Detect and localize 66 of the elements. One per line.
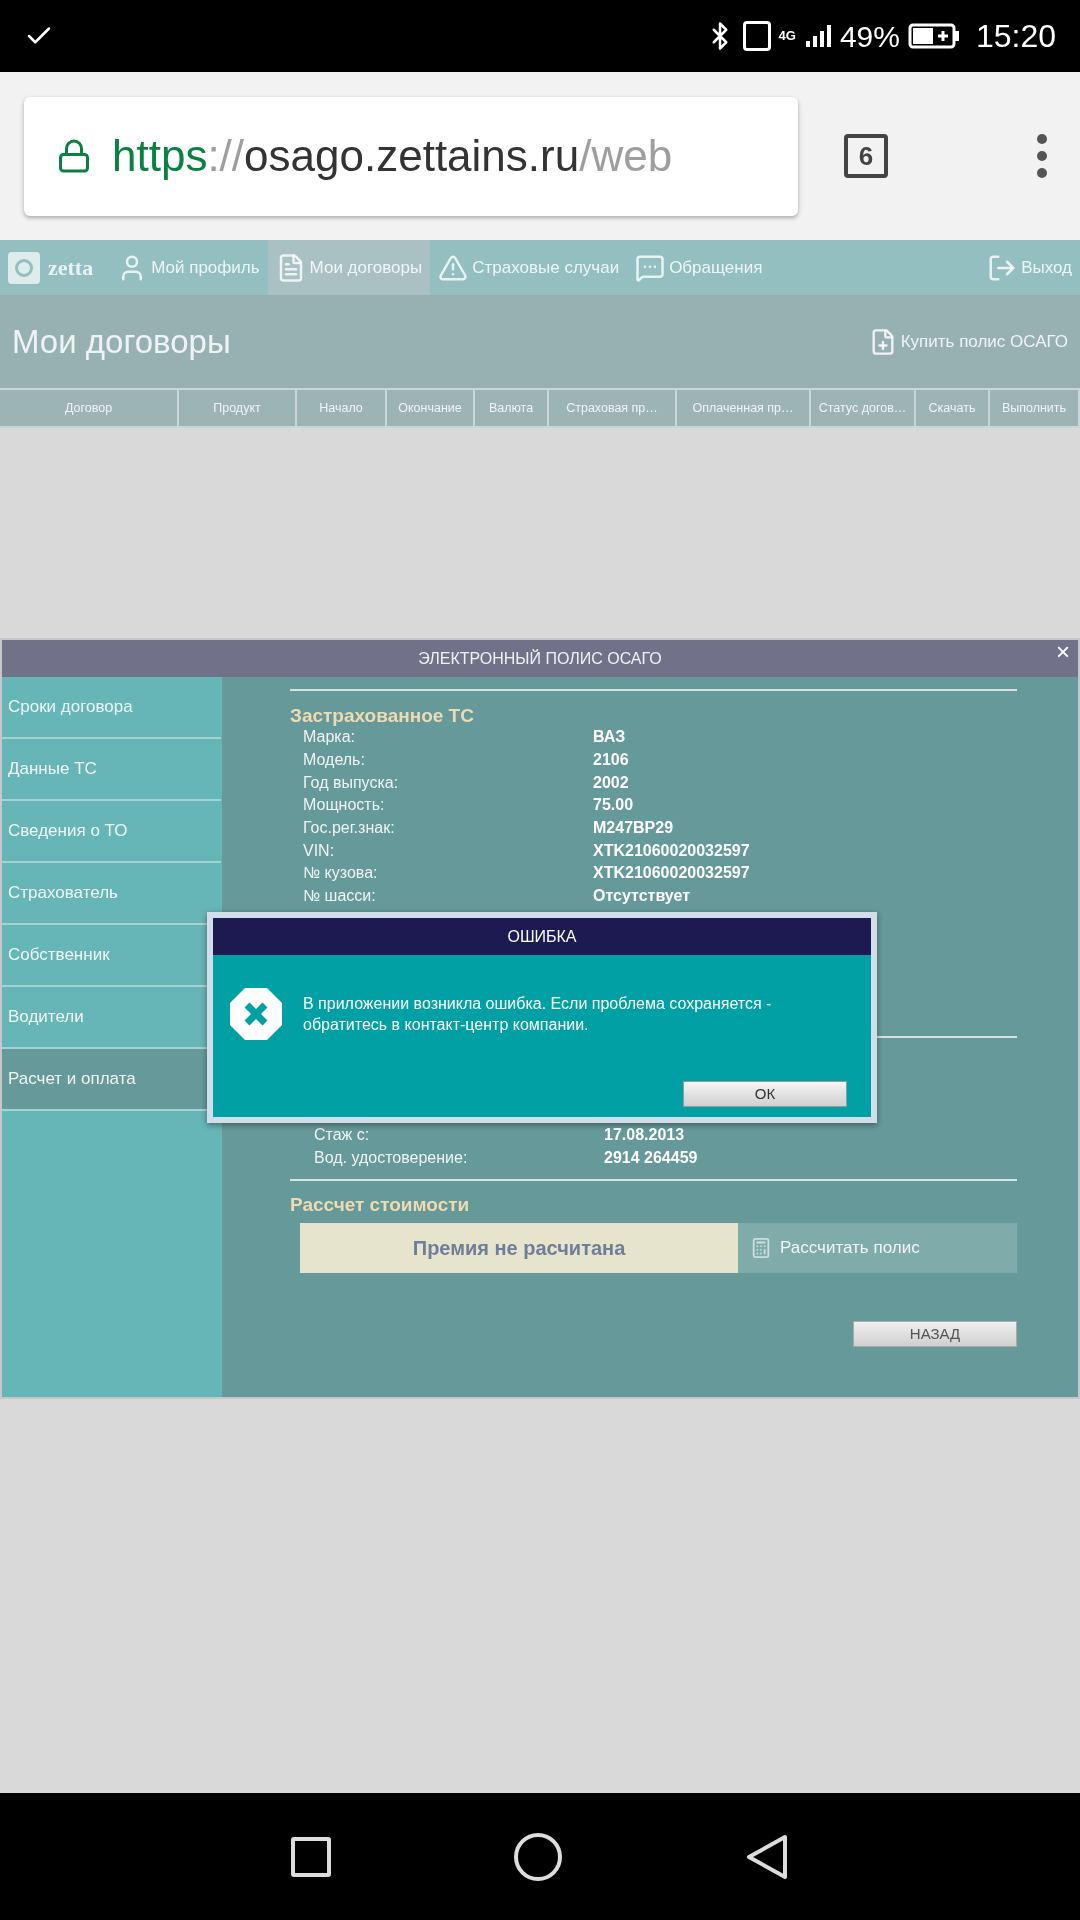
field-label: Стаж с: xyxy=(314,1124,371,1145)
field-value: ВАЗ xyxy=(593,727,626,748)
column-header[interactable]: Страховая пр… xyxy=(549,390,677,426)
field-value: 2106 xyxy=(593,750,629,771)
network-label: 4G xyxy=(778,27,796,46)
tab-count-button[interactable]: 6 xyxy=(844,134,888,178)
logo-text: zetta xyxy=(48,254,94,282)
premium-status: Премия не расчитана xyxy=(300,1222,738,1273)
field-value: М247ВР29 xyxy=(593,818,674,839)
column-header[interactable]: Начало xyxy=(297,390,387,426)
field-value: 75.00 xyxy=(593,795,634,816)
section-heading: Рассчет стоимости xyxy=(290,1192,471,1215)
field-label: Модель: xyxy=(303,750,366,771)
error-icon xyxy=(229,987,283,1041)
recent-apps-icon[interactable] xyxy=(291,1836,332,1877)
field-label: Марка: xyxy=(303,727,356,748)
column-header[interactable]: Продукт xyxy=(179,390,297,426)
field-label: Мощность: xyxy=(303,795,386,816)
field-label: Гос.рег.знак: xyxy=(303,818,396,839)
menu-icon[interactable] xyxy=(1036,133,1048,179)
field-value: 17.08.2013 xyxy=(604,1124,685,1145)
sidebar-item[interactable]: Данные ТС xyxy=(2,739,221,801)
field-value: XTK21060020032597 xyxy=(593,863,750,884)
close-button[interactable]: × xyxy=(1056,640,1070,664)
field-value: 2914 264459 xyxy=(604,1147,698,1168)
back-button[interactable]: НАЗАД xyxy=(853,1320,1017,1347)
back-icon[interactable] xyxy=(744,1832,789,1881)
lock-icon xyxy=(56,138,92,174)
page-title: Мои договоры xyxy=(12,321,231,362)
url-text: https://osago.zettains.ru/web xyxy=(112,130,673,182)
dialog-title: ОШИБКА xyxy=(507,926,577,947)
field-label: № шасси: xyxy=(303,886,377,907)
column-header[interactable]: Выполнить xyxy=(990,390,1080,426)
field-label: VIN: xyxy=(303,840,336,861)
section-heading: Застрахованное ТС xyxy=(290,704,475,726)
calculate-button[interactable]: Рассчитать полис xyxy=(738,1222,1017,1273)
sidebar-item[interactable]: Сведения о ТО xyxy=(2,801,221,863)
nav-tab[interactable]: Мои договоры xyxy=(267,240,431,295)
buy-policy-link[interactable]: Купить полис ОСАГО xyxy=(868,327,1068,356)
signal-icon xyxy=(803,23,832,49)
address-bar[interactable]: https://osago.zettains.ru/web xyxy=(24,96,798,216)
field-value: XTK21060020032597 xyxy=(593,840,750,861)
column-header[interactable]: Статус догов… xyxy=(811,390,916,426)
battery-percent: 49% xyxy=(839,18,900,55)
modal-title: ЭЛЕКТРОННЫЙ ПОЛИС ОСАГО xyxy=(418,648,662,669)
home-icon[interactable] xyxy=(514,1832,562,1881)
battery-icon xyxy=(907,23,960,49)
logo-icon xyxy=(8,251,40,284)
field-label: Вод. удостоверение: xyxy=(314,1147,469,1168)
column-header[interactable]: Скачать xyxy=(916,390,990,426)
column-header[interactable]: Окончание xyxy=(387,390,475,426)
nav-tab[interactable]: Мой профиль xyxy=(109,240,268,295)
column-header[interactable]: Договор xyxy=(0,390,179,426)
sidebar-item[interactable]: Сроки договора xyxy=(2,677,221,739)
column-header[interactable]: Валюта xyxy=(475,390,549,426)
nav-tab[interactable]: Выход xyxy=(979,240,1080,295)
field-value: Отсутствует xyxy=(593,886,691,907)
clock: 15:20 xyxy=(975,17,1056,56)
field-label: № кузова: xyxy=(303,863,379,884)
error-message: В приложении возникла ошибка. Если проблема сохраняется - обратитесь в контакт-центр компании. xyxy=(303,994,773,1035)
ok-button[interactable]: ОК xyxy=(683,1081,847,1107)
column-header[interactable]: Оплаченная пр… xyxy=(677,390,811,426)
field-label: Год выпуска: xyxy=(303,772,400,793)
field-value: 2002 xyxy=(593,772,629,793)
nav-tab[interactable]: Страховые случаи xyxy=(430,240,628,295)
nav-tab[interactable]: Обращения xyxy=(627,240,771,295)
